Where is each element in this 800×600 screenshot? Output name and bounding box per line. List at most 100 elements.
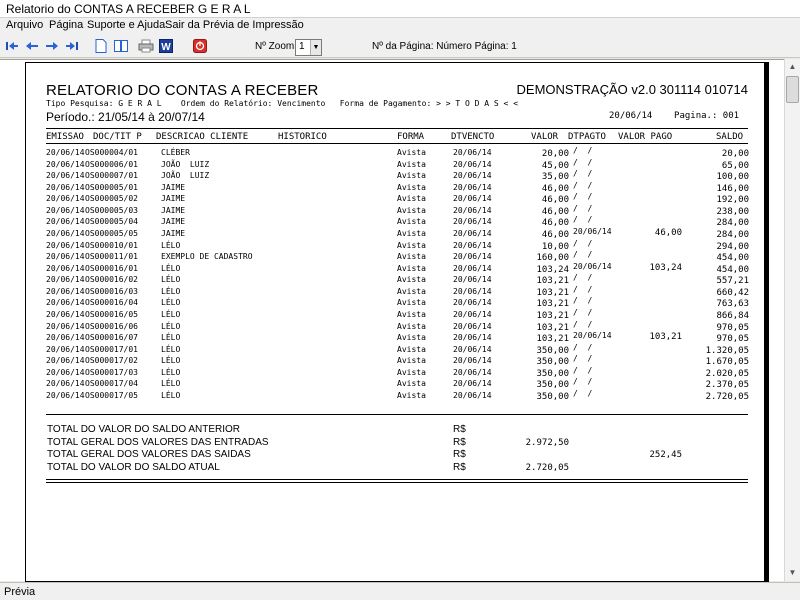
cell-valor: 46,00 xyxy=(541,206,569,217)
cell-forma: Avista xyxy=(397,148,426,157)
cell-dtpagto: / / xyxy=(573,157,593,167)
menu-arquivo[interactable]: Arquivo xyxy=(6,19,43,31)
cell-emissao: 20/06/14 xyxy=(46,298,85,308)
cell-doc-tit: OS000017/05 xyxy=(85,390,138,400)
cell-dtpagto: / / xyxy=(573,238,593,248)
scroll-down-icon[interactable]: ▼ xyxy=(785,565,800,581)
cell-valor: 103,21 xyxy=(536,287,569,298)
cell-emissao: 20/06/14 xyxy=(46,148,85,157)
cell-emissao: 20/06/14 xyxy=(46,275,85,285)
cell-emissao: 20/06/14 xyxy=(46,228,85,238)
table-row: 20/06/14 OS000011/01 EXEMPLO DE CADASTRO Av… xyxy=(26,250,766,264)
cell-cliente: JAIME xyxy=(161,194,186,204)
menu-pagina[interactable]: Página xyxy=(49,19,83,31)
cell-dtvencto: 20/06/14 xyxy=(453,298,492,308)
cell-cliente: JOÃO LUIZ xyxy=(161,159,210,169)
menu-bar: Arquivo Página Suporte e Ajuda Sair da P… xyxy=(0,18,800,35)
cell-valor-pago: 103,21 xyxy=(649,332,682,343)
table-row: 20/06/14 OS000016/01 LÉLO Avista 20/06/14 103… xyxy=(26,262,766,275)
vertical-scrollbar[interactable]: ▲ ▼ xyxy=(784,59,800,581)
cell-doc-tit: OS000017/04 xyxy=(85,379,138,389)
cell-saldo: 20,00 xyxy=(721,149,749,159)
cell-saldo: 970,05 xyxy=(716,322,749,333)
report-filter-info: Tipo Pesquisa: G E R A L Ordem do Relató… xyxy=(46,99,519,108)
cell-doc-tit: OS000011/01 xyxy=(85,252,138,262)
table-row: 20/06/14 OS000017/03 LÉLO Avista 20/06/14 350… xyxy=(26,366,766,379)
printer-icon[interactable] xyxy=(138,38,154,54)
chevron-down-icon[interactable]: ▼ xyxy=(310,40,321,55)
two-pages-icon[interactable] xyxy=(113,38,129,54)
cell-saldo: 146,00 xyxy=(716,183,749,194)
cell-dtvencto: 20/06/14 xyxy=(453,275,492,285)
previous-page-icon[interactable] xyxy=(24,38,40,54)
cell-dtvencto: 20/06/14 xyxy=(453,182,492,192)
scroll-thumb[interactable] xyxy=(786,76,799,103)
cell-dtpagto: / / xyxy=(573,250,593,260)
zoom-select[interactable]: 1 ▼ xyxy=(295,39,322,56)
cell-cliente: LÉLO xyxy=(161,321,181,331)
cell-dtpagto: / / xyxy=(573,215,593,225)
cell-doc-tit: OS000006/01 xyxy=(85,159,138,169)
cell-saldo: 454,00 xyxy=(716,253,749,264)
cell-forma: Avista xyxy=(397,205,426,215)
totals-divider xyxy=(46,414,748,415)
cell-emissao: 20/06/14 xyxy=(46,205,85,215)
cell-cliente: LÉLO xyxy=(161,240,181,250)
cell-doc-tit: OS000016/06 xyxy=(85,321,138,331)
close-preview-icon[interactable] xyxy=(192,38,208,54)
cell-forma: Avista xyxy=(397,275,426,285)
scroll-up-icon[interactable]: ▲ xyxy=(785,59,800,75)
menu-sair-previa[interactable]: Sair da Prévia de Impressão xyxy=(165,19,304,31)
cell-saldo: 660,42 xyxy=(716,287,749,298)
cell-emissao: 20/06/14 xyxy=(46,159,85,169)
table-row: 20/06/14 OS000017/04 LÉLO Avista 20/06/14 350… xyxy=(26,377,766,390)
cell-valor: 35,00 xyxy=(541,172,569,183)
last-page-icon[interactable] xyxy=(64,38,80,54)
cell-doc-tit: OS000016/03 xyxy=(85,286,138,296)
cell-dtvencto: 20/06/14 xyxy=(453,367,492,377)
cell-cliente: JAIME xyxy=(161,182,186,192)
cell-dtpagto: / / xyxy=(573,342,593,352)
cell-forma: Avista xyxy=(397,159,426,169)
cell-dtpagto: / / xyxy=(573,354,593,364)
cell-doc-tit: OS000005/02 xyxy=(85,194,138,204)
first-page-icon[interactable] xyxy=(4,38,20,54)
cell-valor: 350,00 xyxy=(536,391,569,402)
cell-forma: Avista xyxy=(397,171,426,181)
cell-dtpagto: 20/06/14 xyxy=(573,331,612,341)
cell-cliente: JAIME xyxy=(161,217,186,227)
cell-forma: Avista xyxy=(397,321,426,331)
table-row: 20/06/14 OS000016/02 LÉLO Avista 20/06/14 103… xyxy=(26,273,766,286)
status-bar: Prévia xyxy=(0,582,800,600)
footer-divider-1 xyxy=(46,479,748,480)
menu-suporte-ajuda[interactable]: Suporte e Ajuda xyxy=(87,19,165,31)
cell-forma: Avista xyxy=(397,286,426,296)
col-historico: HISTORICO xyxy=(278,132,327,142)
cell-forma: Avista xyxy=(397,333,426,343)
cell-doc-tit: OS000017/02 xyxy=(85,356,138,366)
total-label: TOTAL GERAL DOS VALORES DAS ENTRADAS xyxy=(47,436,269,448)
cell-doc-tit: OS000016/05 xyxy=(85,309,138,319)
total-value: 2.720,05 xyxy=(525,462,569,473)
cell-emissao: 20/06/14 xyxy=(46,240,85,250)
cell-cliente: JOÃO LUIZ xyxy=(161,171,210,181)
table-row: 20/06/14 OS000005/05 JAIME Avista 20/06/14 46… xyxy=(26,227,766,240)
next-page-icon[interactable] xyxy=(44,38,60,54)
cell-forma: Avista xyxy=(397,298,426,308)
cell-emissao: 20/06/14 xyxy=(46,252,85,262)
cell-emissao: 20/06/14 xyxy=(46,286,85,296)
cell-dtpagto: / / xyxy=(573,169,593,179)
cell-dtpagto: / / xyxy=(573,273,593,283)
table-row: 20/06/14 OS000017/01 LÉLO Avista 20/06/14 350… xyxy=(26,342,766,356)
cell-cliente: LÉLO xyxy=(161,379,181,389)
cell-doc-tit: OS000017/01 xyxy=(85,344,138,354)
cell-saldo: 1.320,05 xyxy=(705,345,749,356)
word-export-icon[interactable]: W xyxy=(158,38,174,54)
cell-doc-tit: OS000016/07 xyxy=(85,333,138,343)
single-page-icon[interactable] xyxy=(93,38,109,54)
cell-cliente: LÉLO xyxy=(161,344,181,354)
cell-forma: Avista xyxy=(397,263,426,273)
cell-emissao: 20/06/14 xyxy=(46,333,85,343)
cell-dtvencto: 20/06/14 xyxy=(453,228,492,238)
total-currency: R$ xyxy=(453,436,466,448)
